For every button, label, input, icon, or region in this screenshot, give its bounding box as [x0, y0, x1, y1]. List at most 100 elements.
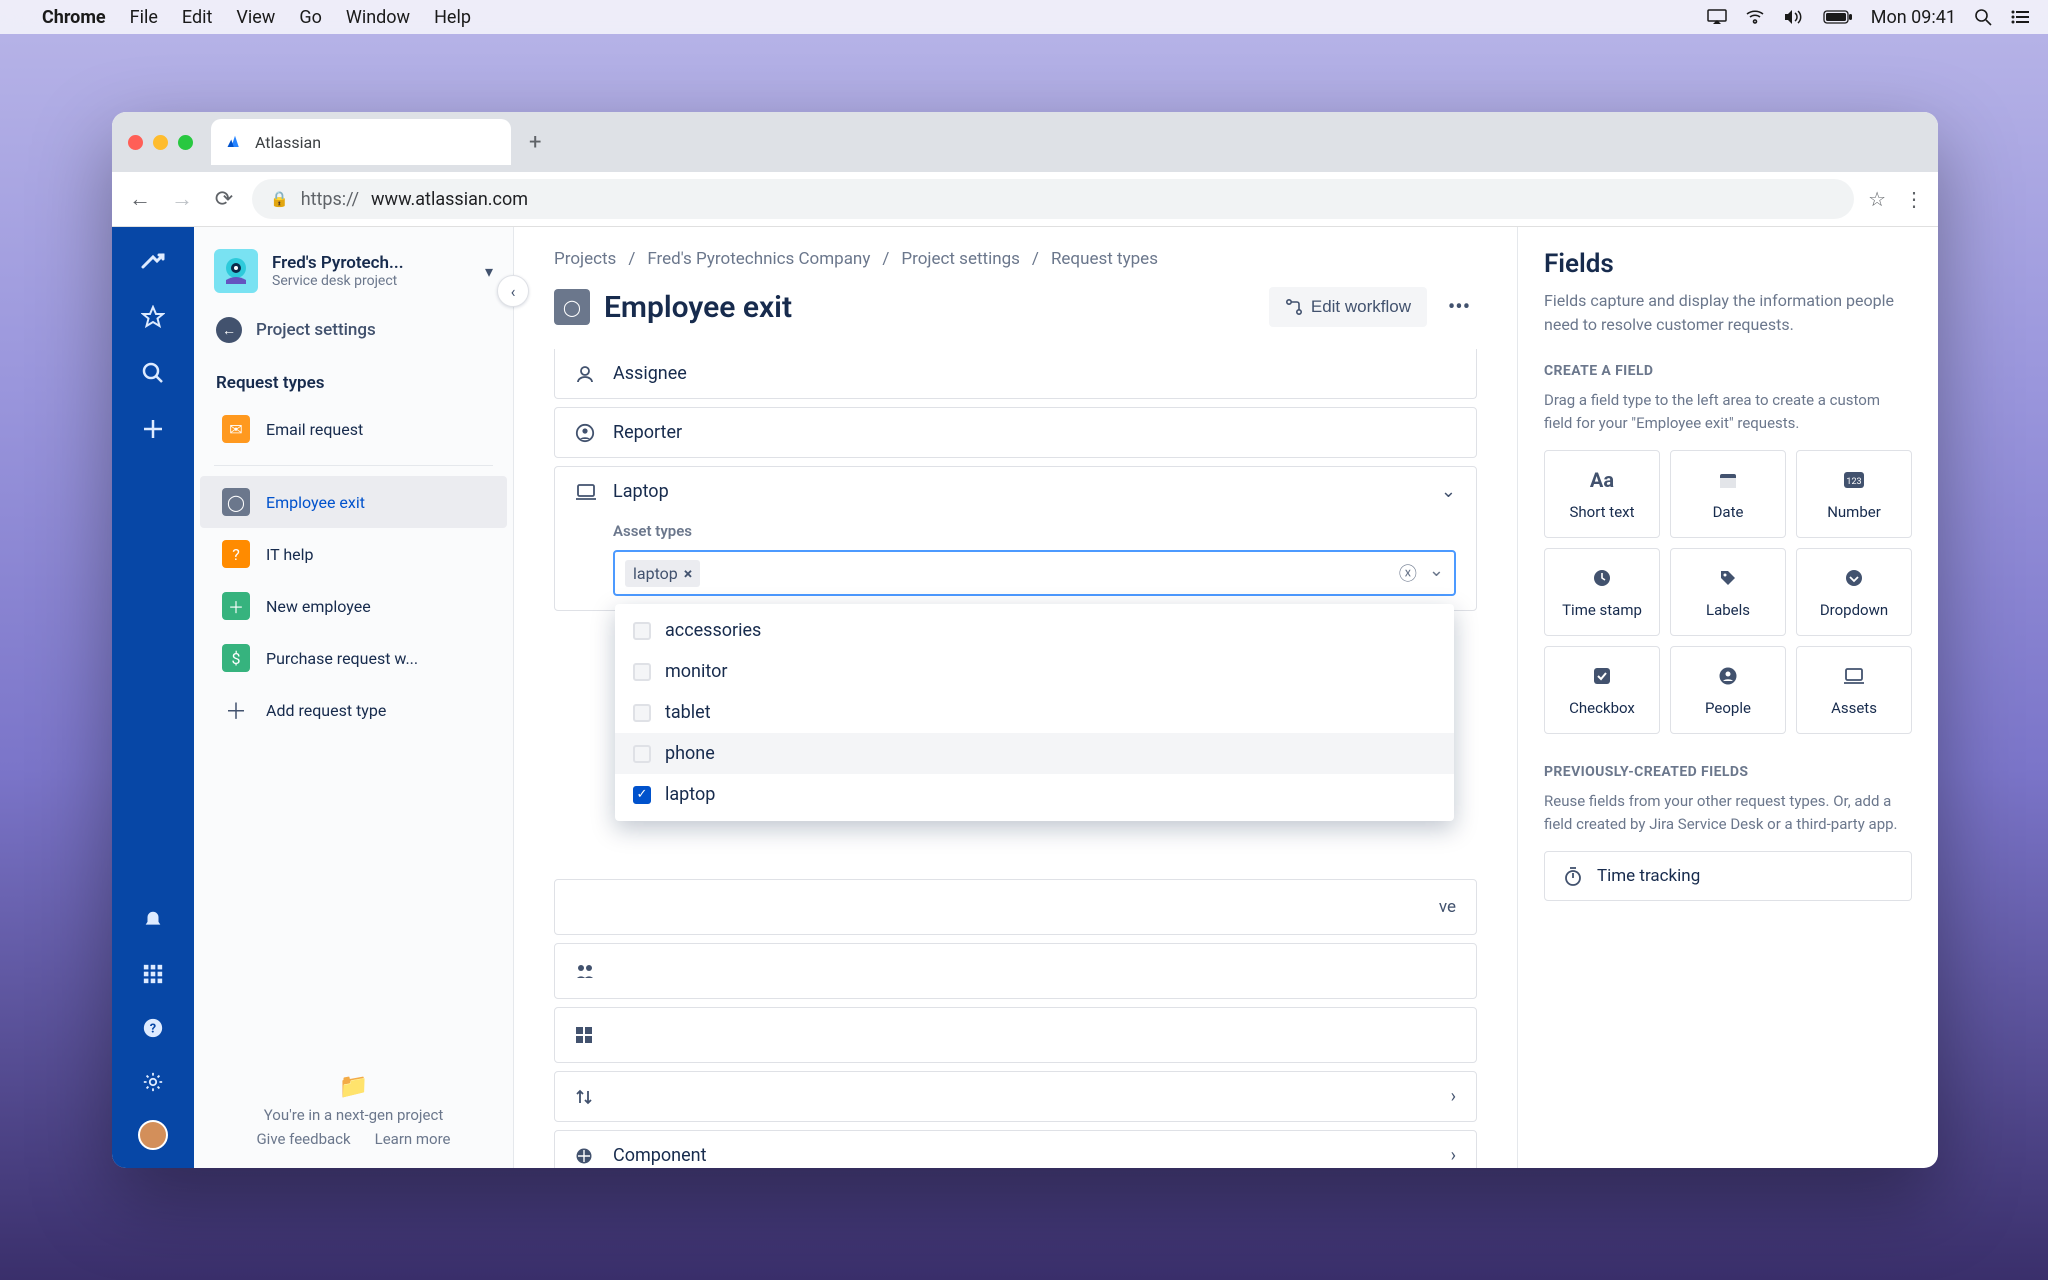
back-to-settings[interactable]: ← Project settings [194, 307, 513, 363]
field-type-short-text[interactable]: AaShort text [1544, 450, 1660, 538]
help-icon[interactable]: ? [137, 1012, 169, 1044]
field-type-labels[interactable]: Labels [1670, 548, 1786, 636]
browser-tab[interactable]: Atlassian [211, 119, 511, 165]
page-title: Employee exit [604, 290, 1255, 325]
number-icon: 123 [1841, 467, 1867, 493]
forward-button[interactable]: → [168, 186, 196, 212]
menu-window[interactable]: Window [346, 7, 410, 28]
selected-chip: laptop × [625, 560, 700, 587]
prev-field-label: Time tracking [1597, 866, 1700, 886]
menu-file[interactable]: File [130, 7, 158, 28]
breadcrumb-item[interactable]: Project settings [901, 249, 1020, 269]
menu-go[interactable]: Go [299, 7, 322, 28]
address-bar: ← → ⟳ 🔒 https://www.atlassian.com ☆ ⋮ [112, 172, 1938, 227]
chevron-down-icon[interactable]: ⌄ [1441, 481, 1456, 502]
wifi-icon[interactable] [1745, 9, 1765, 25]
sidebar-item-new-employee[interactable]: ＋ New employee [200, 580, 507, 632]
field-component[interactable]: Component › [554, 1130, 1477, 1168]
tag-icon [1715, 565, 1741, 591]
chip-label: laptop [633, 564, 678, 583]
field-sort[interactable]: › [554, 1071, 1477, 1122]
clock-icon [1589, 565, 1615, 591]
bookmark-star-icon[interactable]: ☆ [1868, 187, 1886, 211]
laptop-icon [575, 483, 597, 501]
dropdown-option-laptop[interactable]: ✓laptop [615, 774, 1454, 815]
field-type-dropdown[interactable]: Dropdown [1796, 548, 1912, 636]
browser-window: Atlassian + ← → ⟳ 🔒 https://www.atlassia… [112, 112, 1938, 1168]
menubar-app[interactable]: Chrome [42, 7, 106, 28]
jira-logo-icon[interactable] [137, 245, 169, 277]
project-dropdown-icon[interactable]: ▾ [485, 262, 493, 281]
dropdown-toggle-icon[interactable]: ⌄ [1429, 560, 1444, 586]
give-feedback-link[interactable]: Give feedback [256, 1130, 350, 1148]
panel-description: Fields capture and display the informati… [1544, 289, 1912, 337]
project-sidebar: ‹ Fred's Pyrotech... Service desk projec… [194, 227, 514, 1168]
field-type-date[interactable]: Date [1670, 450, 1786, 538]
asset-types-select[interactable]: laptop × ⓧ ⌄ accessories monitor [613, 550, 1456, 596]
back-button[interactable]: ← [126, 186, 154, 212]
sidebar-item-it-help[interactable]: ? IT help [200, 528, 507, 580]
settings-icon[interactable] [137, 1066, 169, 1098]
url-input[interactable]: 🔒 https://www.atlassian.com [252, 179, 1854, 219]
chevron-right-icon: › [1451, 1086, 1456, 1107]
app-switcher-icon[interactable] [137, 958, 169, 990]
add-request-type-button[interactable]: ＋ Add request type [200, 684, 507, 736]
svg-text:?: ? [150, 1022, 156, 1037]
create-icon[interactable] [137, 413, 169, 445]
sidebar-item-employee-exit[interactable]: ◯ Employee exit [200, 476, 507, 528]
previously-created-heading: Previously-created fields [1544, 764, 1912, 780]
sidebar-item-email-request[interactable]: ✉ Email request [200, 403, 507, 455]
minimize-window-button[interactable] [153, 135, 168, 150]
close-window-button[interactable] [128, 135, 143, 150]
learn-more-link[interactable]: Learn more [375, 1130, 451, 1148]
checkbox-icon [633, 745, 651, 763]
asset-types-input[interactable] [708, 564, 1391, 582]
reload-button[interactable]: ⟳ [210, 187, 238, 212]
dropdown-option-tablet[interactable]: tablet [615, 692, 1454, 733]
clear-all-icon[interactable]: ⓧ [1399, 560, 1417, 586]
field-assignee[interactable]: Assignee [554, 349, 1477, 399]
menu-view[interactable]: View [236, 7, 275, 28]
breadcrumb-item[interactable]: Fred's Pyrotechnics Company [647, 249, 870, 269]
field-type-assets[interactable]: Assets [1796, 646, 1912, 734]
sidebar-item-purchase-request[interactable]: $ Purchase request w... [200, 632, 507, 684]
spotlight-icon[interactable] [1974, 8, 1992, 26]
fullscreen-window-button[interactable] [178, 135, 193, 150]
browser-menu-icon[interactable]: ⋮ [1904, 187, 1924, 211]
prev-field-time-tracking[interactable]: Time tracking [1544, 851, 1912, 901]
control-center-icon[interactable] [2010, 10, 2030, 24]
card-label: Labels [1706, 601, 1750, 619]
star-icon[interactable] [137, 301, 169, 333]
dropdown-option-accessories[interactable]: accessories [615, 610, 1454, 651]
field-reporter[interactable]: Reporter [554, 407, 1477, 458]
more-actions-button[interactable]: ••• [1441, 295, 1477, 320]
menu-help[interactable]: Help [434, 7, 471, 28]
battery-icon[interactable] [1823, 10, 1853, 24]
airplay-icon[interactable] [1707, 9, 1727, 25]
obscured-row: ve [554, 879, 1477, 935]
user-avatar[interactable] [138, 1120, 168, 1150]
dropdown-option-phone[interactable]: phone [615, 733, 1454, 774]
edit-workflow-button[interactable]: Edit workflow [1269, 287, 1427, 327]
dropdown-option-monitor[interactable]: monitor [615, 651, 1454, 692]
chip-remove-icon[interactable]: × [684, 564, 693, 583]
field-type-people[interactable]: People [1670, 646, 1786, 734]
breadcrumb-item[interactable]: Request types [1051, 249, 1158, 269]
option-label: accessories [665, 620, 761, 641]
field-type-timestamp[interactable]: Time stamp [1544, 548, 1660, 636]
search-icon[interactable] [137, 357, 169, 389]
field-type-number[interactable]: 123Number [1796, 450, 1912, 538]
asset-icon [1841, 663, 1867, 689]
person-icon [575, 364, 597, 384]
new-tab-button[interactable]: + [529, 130, 541, 155]
back-arrow-icon: ← [216, 317, 242, 343]
checkbox-icon [633, 663, 651, 681]
global-nav-rail: ? [112, 227, 194, 1168]
menubar-clock[interactable]: Mon 09:41 [1871, 7, 1956, 28]
breadcrumb-item[interactable]: Projects [554, 249, 616, 269]
field-type-checkbox[interactable]: Checkbox [1544, 646, 1660, 734]
option-label: tablet [665, 702, 711, 723]
volume-icon[interactable] [1783, 9, 1805, 25]
notifications-icon[interactable] [137, 904, 169, 936]
menu-edit[interactable]: Edit [182, 7, 212, 28]
